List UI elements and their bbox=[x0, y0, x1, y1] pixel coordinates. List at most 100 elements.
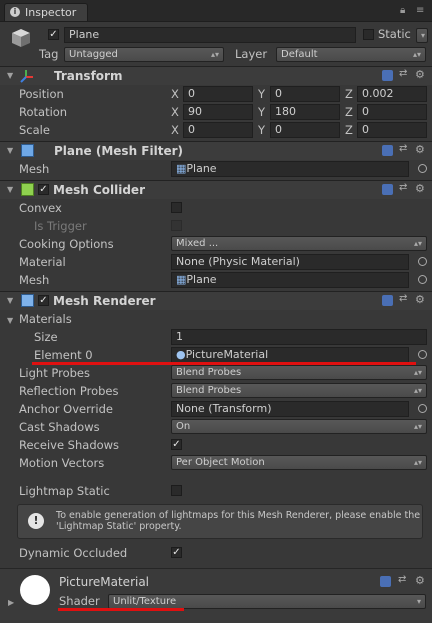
is-trigger-label: Is Trigger bbox=[34, 219, 87, 233]
preset-icon[interactable]: ⇄ bbox=[399, 293, 407, 304]
help-icon[interactable] bbox=[382, 145, 393, 156]
element-0-label: Element 0 bbox=[34, 348, 93, 362]
lock-icon[interactable]: 🔒︎ bbox=[400, 5, 405, 16]
fold-arrow-icon[interactable]: ▼ bbox=[7, 146, 13, 155]
mesh-value: Plane bbox=[186, 162, 217, 175]
dynamic-occluded-checkbox[interactable]: ✓ bbox=[171, 547, 182, 558]
preset-icon[interactable]: ⇄ bbox=[399, 68, 407, 79]
position-z-field[interactable]: 0.002 bbox=[357, 86, 427, 102]
receive-shadows-checkbox[interactable]: ✓ bbox=[171, 439, 182, 450]
transform-header[interactable]: ▼ Transform ⇄ ⚙ bbox=[0, 67, 432, 85]
help-icon[interactable] bbox=[382, 184, 393, 195]
axis-y-label: Y bbox=[258, 123, 266, 137]
collider-mesh-value: Plane bbox=[186, 273, 217, 286]
fold-arrow-icon[interactable]: ▼ bbox=[7, 71, 13, 80]
preset-icon[interactable]: ⇄ bbox=[398, 574, 406, 585]
tag-value: Untagged bbox=[69, 49, 118, 60]
size-field[interactable]: 1 bbox=[171, 329, 427, 345]
material-fold-icon[interactable]: ▶ bbox=[8, 598, 14, 607]
mesh-filter-icon bbox=[21, 144, 34, 157]
cast-shadows-dropdown[interactable]: On ▴▾ bbox=[171, 419, 427, 434]
preset-icon[interactable]: ⇄ bbox=[399, 143, 407, 154]
scale-label: Scale bbox=[19, 123, 50, 137]
object-picker-icon[interactable] bbox=[418, 350, 427, 359]
lightmap-static-label: Lightmap Static bbox=[19, 484, 110, 498]
physic-material-field[interactable]: None (Physic Material) bbox=[171, 254, 409, 270]
position-x-field[interactable]: 0 bbox=[183, 86, 253, 102]
anchor-override-field[interactable]: None (Transform) bbox=[171, 401, 409, 417]
mesh-collider-title: Mesh Collider bbox=[53, 183, 145, 197]
fold-arrow-icon[interactable]: ▼ bbox=[7, 185, 13, 194]
gear-icon[interactable]: ⚙ bbox=[415, 182, 425, 195]
layer-dropdown[interactable]: Default ▴▾ bbox=[276, 47, 426, 62]
material-name: PictureMaterial bbox=[59, 575, 150, 589]
shader-value: Unlit/Texture bbox=[113, 596, 177, 607]
axis-y-label: Y bbox=[258, 87, 266, 101]
position-y-field[interactable]: 0 bbox=[270, 86, 340, 102]
gear-icon[interactable]: ⚙ bbox=[415, 293, 425, 306]
reflection-probes-value: Blend Probes bbox=[176, 385, 242, 396]
shader-dropdown[interactable]: Unlit/Texture ▾ bbox=[108, 594, 426, 609]
axis-z-label: Z bbox=[345, 105, 353, 119]
help-icon[interactable] bbox=[382, 295, 393, 306]
object-picker-icon[interactable] bbox=[418, 275, 427, 284]
mesh-collider-header[interactable]: ▼ ✓ Mesh Collider ⇄ ⚙ bbox=[0, 181, 432, 199]
rotation-y-field[interactable]: 180 bbox=[270, 104, 340, 120]
rotation-x-field[interactable]: 90 bbox=[183, 104, 253, 120]
motion-vectors-dropdown[interactable]: Per Object Motion ▴▾ bbox=[171, 455, 427, 470]
light-probes-dropdown[interactable]: Blend Probes ▴▾ bbox=[171, 365, 427, 380]
scale-z-field[interactable]: 0 bbox=[357, 122, 427, 138]
active-checkbox[interactable]: ✓ bbox=[48, 29, 59, 40]
scale-x-field[interactable]: 0 bbox=[183, 122, 253, 138]
scale-y-field[interactable]: 0 bbox=[270, 122, 340, 138]
gear-icon[interactable]: ⚙ bbox=[415, 68, 425, 81]
menu-icon[interactable]: ≡ bbox=[416, 5, 424, 16]
materials-fold-icon[interactable]: ▼ bbox=[7, 316, 13, 325]
tab-inspector[interactable]: i Inspector bbox=[4, 3, 88, 21]
reflection-probes-dropdown[interactable]: Blend Probes ▴▾ bbox=[171, 383, 427, 398]
cast-shadows-value: On bbox=[176, 421, 191, 432]
object-picker-icon[interactable] bbox=[418, 404, 427, 413]
static-dropdown[interactable]: ▾ bbox=[416, 28, 428, 43]
cooking-options-dropdown[interactable]: Mixed ... ▴▾ bbox=[171, 236, 427, 251]
material-label: Material bbox=[19, 255, 66, 269]
axis-y-label: Y bbox=[258, 105, 266, 119]
mesh-field[interactable]: ▦Plane bbox=[171, 161, 409, 177]
material-sphere-icon bbox=[20, 575, 50, 605]
tab-bar: i Inspector 🔒︎ ≡ bbox=[0, 0, 432, 22]
reflection-probes-label: Reflection Probes bbox=[19, 384, 119, 398]
element-0-value: PictureMaterial bbox=[185, 348, 269, 361]
axis-x-label: X bbox=[171, 87, 179, 101]
rotation-z-field[interactable]: 0 bbox=[357, 104, 427, 120]
mesh-collider-enabled-checkbox[interactable]: ✓ bbox=[38, 184, 49, 195]
collider-mesh-field[interactable]: ▦Plane bbox=[171, 272, 409, 288]
light-probes-value: Blend Probes bbox=[176, 367, 242, 378]
element-0-field[interactable]: ●PictureMaterial bbox=[171, 347, 409, 363]
preset-icon[interactable]: ⇄ bbox=[399, 182, 407, 193]
size-label: Size bbox=[34, 330, 58, 344]
materials-label: Materials bbox=[19, 312, 72, 326]
tag-dropdown[interactable]: Untagged ▴▾ bbox=[64, 47, 224, 62]
help-icon[interactable] bbox=[380, 576, 391, 587]
gear-icon[interactable]: ⚙ bbox=[415, 574, 425, 587]
mesh-filter-header[interactable]: ▼ Plane (Mesh Filter) ⇄ ⚙ bbox=[0, 142, 432, 160]
lightmap-static-checkbox[interactable] bbox=[171, 485, 182, 496]
object-picker-icon[interactable] bbox=[418, 164, 427, 173]
convex-checkbox[interactable] bbox=[171, 202, 182, 213]
static-checkbox[interactable] bbox=[363, 29, 374, 40]
fold-arrow-icon[interactable]: ▼ bbox=[7, 296, 13, 305]
help-icon[interactable] bbox=[382, 70, 393, 81]
object-name-field[interactable]: Plane bbox=[64, 27, 356, 43]
mesh-collider-icon bbox=[21, 183, 34, 196]
mesh-filter-title: Plane (Mesh Filter) bbox=[54, 144, 183, 158]
receive-shadows-label: Receive Shadows bbox=[19, 438, 120, 452]
cast-shadows-label: Cast Shadows bbox=[19, 420, 100, 434]
mesh-renderer-enabled-checkbox[interactable]: ✓ bbox=[38, 295, 49, 306]
mesh-renderer-header[interactable]: ▼ ✓ Mesh Renderer ⇄ ⚙ bbox=[0, 292, 432, 310]
object-picker-icon[interactable] bbox=[418, 257, 427, 266]
axis-x-label: X bbox=[171, 123, 179, 137]
cooking-options-value: Mixed ... bbox=[176, 238, 219, 249]
gear-icon[interactable]: ⚙ bbox=[415, 143, 425, 156]
dynamic-occluded-label: Dynamic Occluded bbox=[19, 546, 128, 560]
transform-axes-icon bbox=[20, 69, 34, 83]
